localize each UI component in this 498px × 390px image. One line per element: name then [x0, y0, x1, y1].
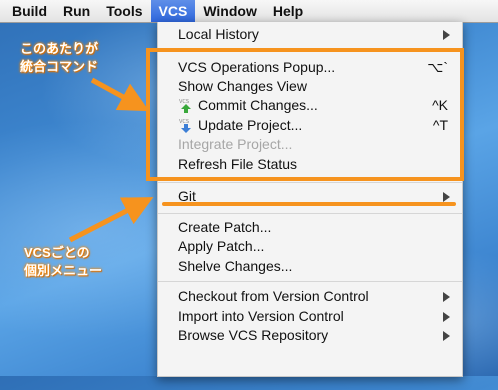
arrow-to-vcs-specific-menu [68, 197, 154, 243]
callout-text: 個別メニュー [24, 263, 103, 278]
callout-text: 統合コマンド [20, 59, 99, 74]
callout-integrated-commands: このあたりが 統合コマンド [20, 40, 98, 76]
callout-text: このあたりが [20, 41, 99, 56]
callout-text: VCSごとの [24, 245, 90, 260]
callout-vcs-specific-menu: VCSごとの 個別メニュー [24, 244, 102, 280]
arrow-to-integrated-commands [90, 77, 150, 112]
